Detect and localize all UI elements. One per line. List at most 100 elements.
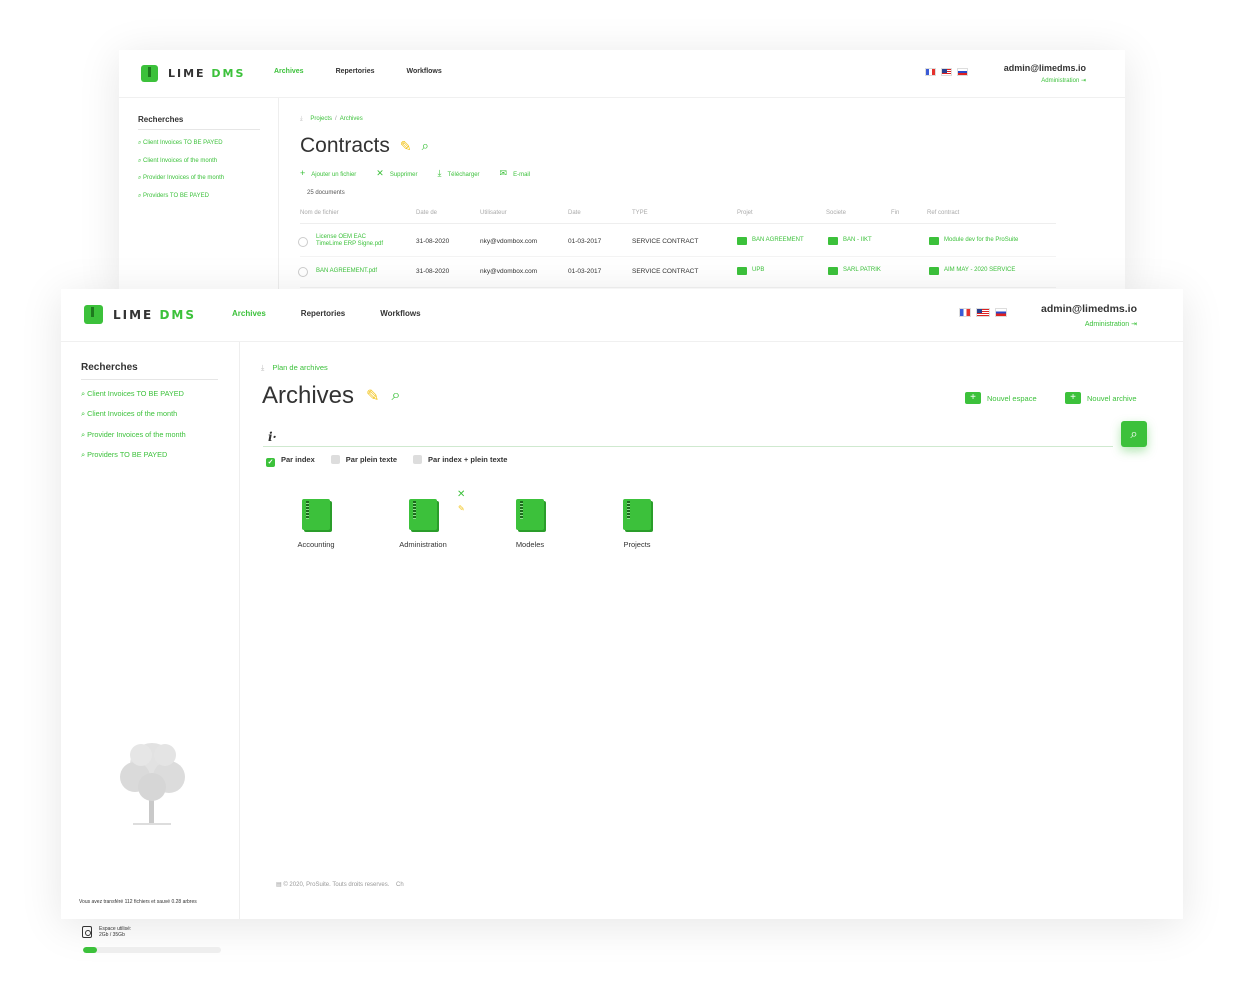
add-file-button[interactable]: + Ajouter un fichier: [300, 168, 356, 179]
breadcrumb-archives[interactable]: Archives: [340, 116, 363, 122]
sidebar-search-item[interactable]: Client Invoices of the month: [81, 409, 186, 419]
nav-workflows[interactable]: Workflows: [406, 68, 441, 75]
envelope-icon: ✉: [499, 168, 508, 178]
sidebar-search-item[interactable]: Client Invoices of the month: [138, 158, 224, 165]
page-title: Archives: [262, 382, 355, 409]
logo-word-lime: LIME: [113, 307, 154, 322]
download-label: Télécharger: [447, 172, 480, 178]
new-space-button[interactable]: + Nouvel espace: [965, 392, 1037, 404]
footer-language[interactable]: Ch: [396, 882, 404, 888]
add-file-label: Ajouter un fichier: [311, 172, 357, 178]
column-header[interactable]: Ref contract: [927, 210, 959, 216]
search-icon[interactable]: ⌕: [391, 387, 400, 405]
cell-user: nky@vdombox.com: [480, 238, 538, 245]
cell-company[interactable]: SARL PATRIK: [828, 267, 881, 276]
filter-label: Par plein texte: [345, 455, 398, 464]
search-button[interactable]: ⌕: [1121, 421, 1147, 447]
edit-archive-icon[interactable]: ✎: [458, 504, 465, 513]
cell-company[interactable]: BAN - IIKT: [828, 237, 872, 246]
footer: ▤ © 2020, ProSuite. Touts droits reserve…: [276, 881, 404, 888]
logo[interactable]: LIME DMS: [141, 65, 245, 82]
storage-usage: Espace utilisé: 2Gb / 35Gb: [99, 926, 131, 938]
filter-plein-texte[interactable]: Par plein texte: [330, 455, 398, 467]
sidebar-search-item[interactable]: Providers TO BE PAYED: [138, 193, 224, 200]
administration-link[interactable]: Administration ⇥: [1004, 77, 1086, 84]
background-window: LIME DMS Archives Repertories Workflows …: [119, 50, 1125, 290]
close-icon: ✕: [376, 168, 384, 178]
ru-flag-icon[interactable]: [957, 68, 968, 76]
table-row[interactable]: BAN AGREEMENT.pdf 31-08-2020 nky@vdombox…: [298, 257, 1056, 288]
administration-link[interactable]: Administration ⇥: [1041, 320, 1137, 328]
archive-label: Administration: [399, 540, 447, 549]
edit-pencil-icon[interactable]: ✎: [366, 386, 379, 406]
logo[interactable]: LIME DMS: [84, 305, 196, 324]
breadcrumb-projects[interactable]: Projects: [310, 116, 332, 122]
checkbox-checked-icon[interactable]: ✓: [266, 458, 275, 467]
folder-icon: [737, 267, 747, 275]
checkbox-icon[interactable]: [413, 455, 423, 464]
archive-item[interactable]: Projects: [602, 499, 672, 549]
download-button[interactable]: ⤓ Télécharger: [438, 168, 480, 179]
nav-archives[interactable]: Archives: [232, 309, 266, 318]
fr-flag-icon[interactable]: [925, 68, 936, 76]
sidebar-search-item[interactable]: Provider Invoices of the month: [138, 175, 224, 182]
cell-project[interactable]: UPB: [737, 267, 764, 276]
nav-repertories[interactable]: Repertories: [336, 68, 375, 75]
nav-archives[interactable]: Archives: [274, 68, 304, 75]
nav-repertories[interactable]: Repertories: [301, 309, 345, 318]
row-select-radio[interactable]: [298, 267, 308, 277]
footer-logo-icon: ▤: [276, 882, 282, 888]
file-name-link[interactable]: BAN AGREEMENT.pdf: [316, 268, 377, 274]
nav-workflows[interactable]: Workflows: [380, 309, 420, 318]
new-archive-button[interactable]: + Nouvel archive: [1065, 392, 1137, 404]
storage-progress-bar: [83, 947, 221, 953]
sidebar-search-item[interactable]: Client Invoices TO BE PAYED: [138, 140, 224, 147]
user-email: admin@limedms.io: [1040, 303, 1137, 315]
column-header[interactable]: TYPE: [632, 210, 648, 216]
ref-label: Module dev for the ProSuite: [944, 237, 1019, 243]
edit-pencil-icon[interactable]: ✎: [400, 138, 412, 155]
filter-par-index[interactable]: ✓ Par index: [266, 455, 315, 467]
sidebar: Recherches Client Invoices TO BE PAYED C…: [119, 98, 279, 290]
cell-project[interactable]: BAN AGREEMENT: [737, 237, 804, 246]
folder-icon: [929, 267, 939, 275]
search-input[interactable]: i·: [263, 424, 1113, 447]
sidebar-search-item[interactable]: Client Invoices TO BE PAYED: [81, 389, 186, 399]
archive-item[interactable]: Modeles: [495, 499, 565, 549]
row-select-radio[interactable]: [298, 237, 308, 247]
email-button[interactable]: ✉ E-mail: [500, 168, 531, 179]
us-flag-icon[interactable]: [976, 308, 990, 317]
search-icon[interactable]: ⌕: [422, 138, 429, 154]
column-header[interactable]: Date de: [416, 210, 437, 216]
cell-type: SERVICE CONTRACT: [632, 238, 699, 245]
archive-box-icon: [409, 499, 437, 530]
cell-ref[interactable]: Module dev for the ProSuite: [929, 237, 1018, 246]
fr-flag-icon[interactable]: [959, 308, 971, 317]
checkbox-icon[interactable]: [330, 455, 340, 464]
sidebar-search-item[interactable]: Provider Invoices of the month: [81, 430, 186, 440]
us-flag-icon[interactable]: [941, 68, 952, 76]
archive-item[interactable]: Administration: [388, 499, 458, 549]
cell-ref[interactable]: AIM MAY - 2020 SERVICE: [929, 267, 1015, 276]
column-header[interactable]: Projet: [737, 210, 753, 216]
column-header[interactable]: Utilisateur: [480, 210, 507, 216]
cell-user: nky@vdombox.com: [480, 268, 538, 275]
archive-item[interactable]: Accounting: [281, 499, 351, 549]
filter-index-plein-texte[interactable]: Par index + plein texte: [413, 455, 507, 467]
column-header[interactable]: Nom de fichier: [300, 210, 339, 216]
delete-button[interactable]: ✕ Supprimer: [376, 168, 417, 179]
ru-flag-icon[interactable]: [995, 308, 1007, 317]
header: LIME DMS Archives Repertories Workflows …: [119, 50, 1125, 98]
sidebar-search-item[interactable]: Providers TO BE PAYED: [81, 450, 186, 460]
column-header[interactable]: Societe: [826, 210, 846, 216]
column-header[interactable]: Fin: [891, 210, 899, 216]
breadcrumb-plan[interactable]: Plan de archives: [272, 363, 327, 372]
storage-progress-fill: [83, 947, 97, 953]
sidebar: Recherches Client Invoices TO BE PAYED C…: [61, 342, 240, 953]
column-header[interactable]: Date: [568, 210, 581, 216]
delete-archive-icon[interactable]: ✕: [457, 489, 465, 500]
document-count: 25 documents: [307, 190, 345, 196]
company-label: BAN - IIKT: [843, 237, 872, 243]
table-row[interactable]: License OEM EAC TimeLime ERP Signe.pdf 31…: [298, 226, 1056, 257]
folder-icon: [828, 267, 838, 275]
